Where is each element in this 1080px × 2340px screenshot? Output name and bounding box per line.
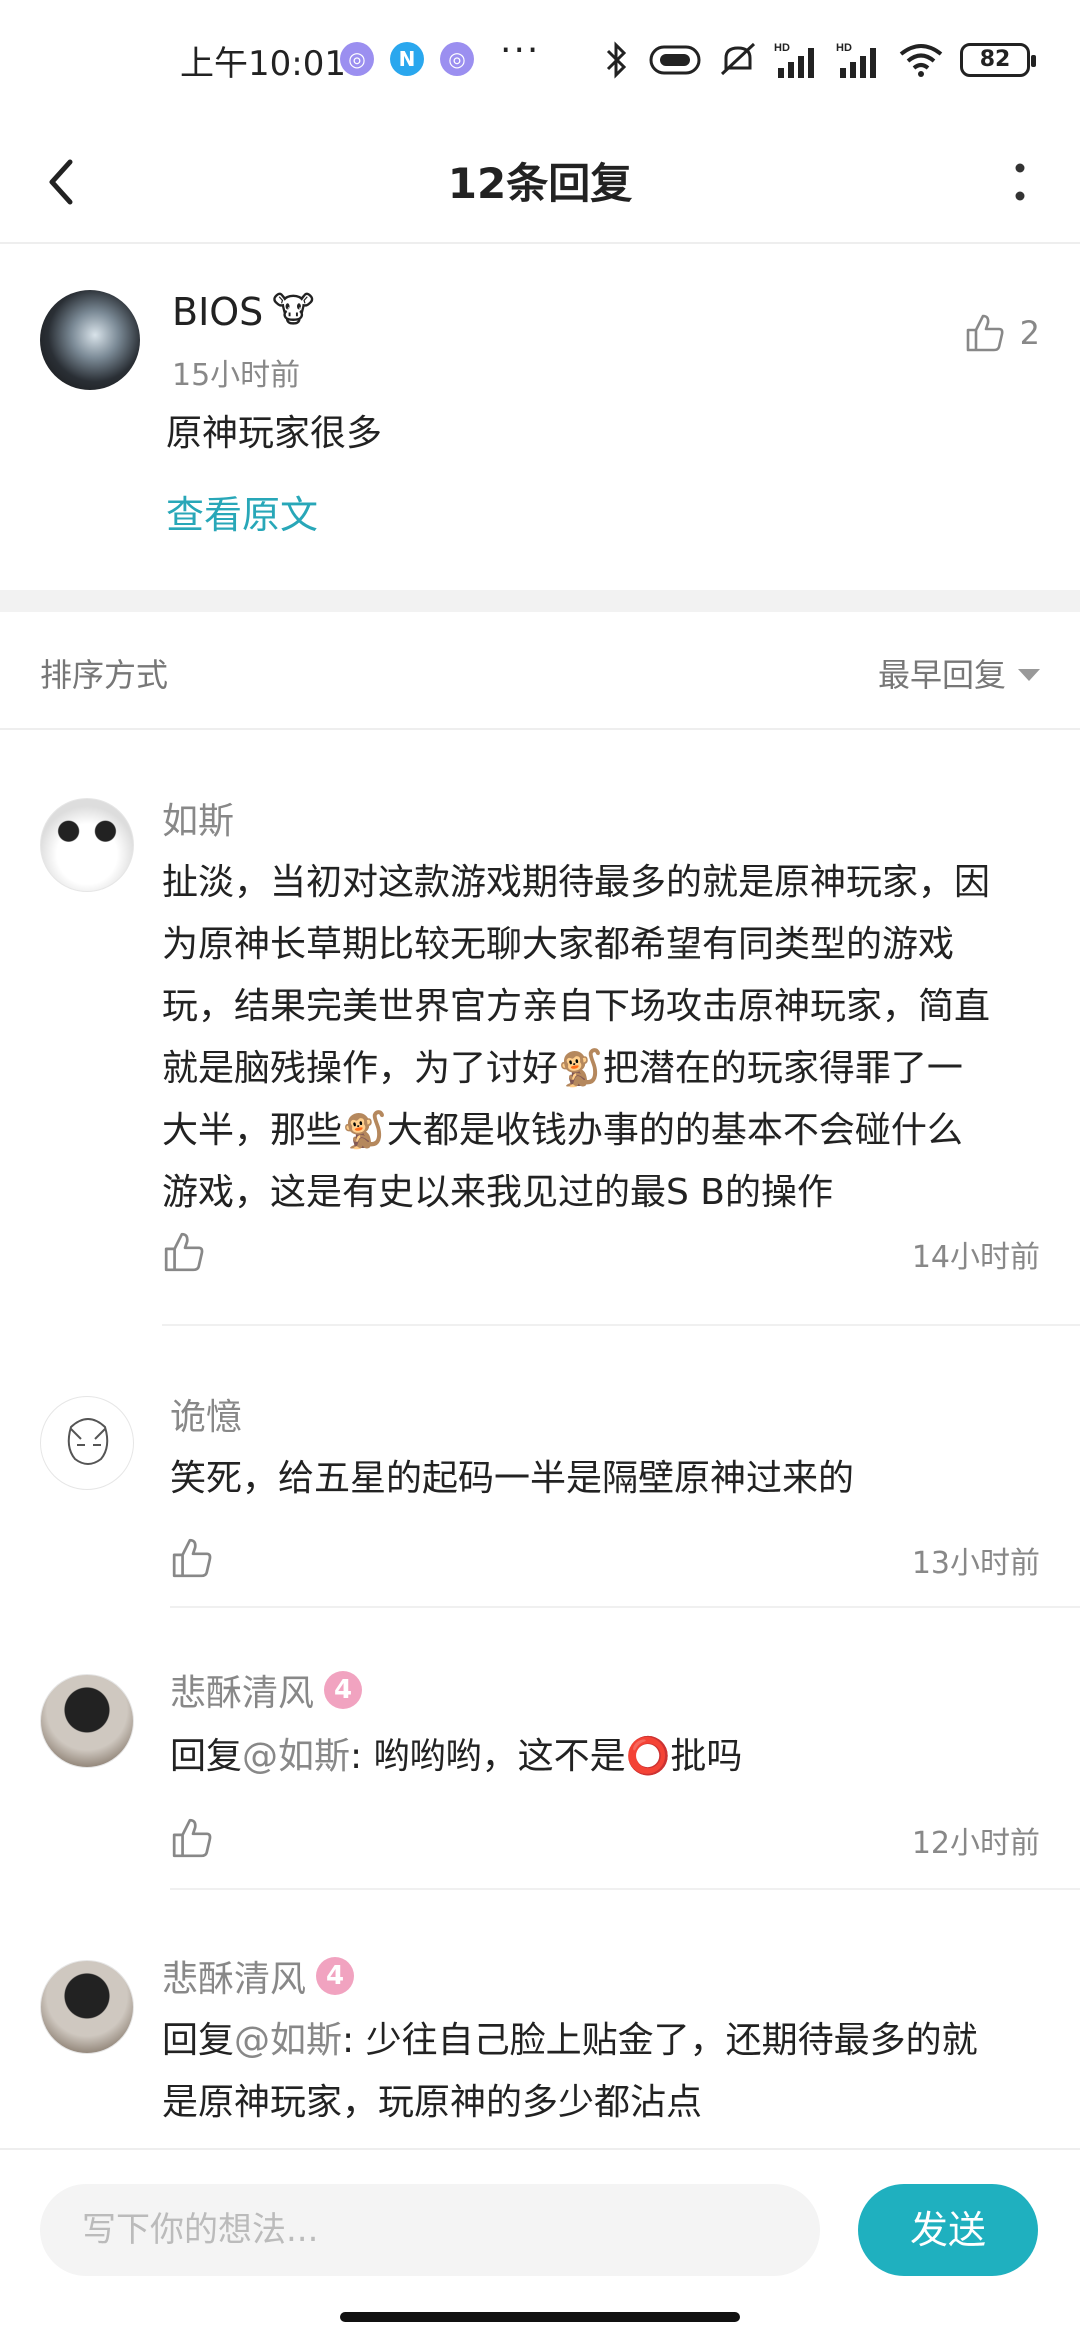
caret-down-icon bbox=[1018, 669, 1040, 681]
status-icons: HD HD 82 bbox=[602, 38, 1036, 82]
signal-hd-icon: HD bbox=[836, 42, 876, 78]
page-title: 12条回复 bbox=[447, 159, 633, 208]
app-notify-icon: ◎ bbox=[440, 42, 474, 76]
thumbs-up-icon[interactable] bbox=[170, 1816, 214, 1860]
reply-text: 笑死，给五星的起码一半是隔壁原神过来的 bbox=[170, 1458, 855, 1499]
more-notifications-icon: ··· bbox=[500, 30, 541, 71]
reply-text: 回复@如斯: 少往自己脸上贴金了，还期待最多的就 是原神玩家，玩原神的多少都沾点 bbox=[162, 2020, 978, 2123]
avatar[interactable] bbox=[40, 290, 140, 390]
more-vertical-icon bbox=[1015, 163, 1025, 201]
mention-link[interactable]: @如斯 bbox=[242, 1736, 350, 1777]
bluetooth-icon bbox=[606, 41, 627, 79]
mention-link[interactable]: @如斯 bbox=[234, 2020, 342, 2061]
send-button[interactable]: 发送 bbox=[858, 2184, 1038, 2276]
reply-time: 13小时前 bbox=[911, 1546, 1040, 1581]
svg-text:HD: HD bbox=[774, 42, 790, 54]
status-time: 上午10:01 bbox=[180, 44, 346, 84]
wifi-icon bbox=[899, 44, 943, 77]
status-bar: 上午10:01 ◎ N ◎ ··· HD HD 82 bbox=[0, 0, 1080, 120]
reply-item: 如斯 扯淡，当初对这款游戏期待最多的就是原神玩家，因 为原神长草期比较无聊大家都… bbox=[0, 730, 1080, 1330]
divider bbox=[170, 1888, 1080, 1890]
reply-item: 诡憶 笑死，给五星的起码一半是隔壁原神过来的 13小时前 bbox=[0, 1330, 1080, 1610]
reply-author-name[interactable]: 悲酥清风 4 bbox=[162, 1950, 355, 2002]
thumbs-up-icon[interactable] bbox=[162, 1230, 206, 1274]
avatar[interactable] bbox=[40, 1960, 134, 2054]
original-text: 原神玩家很多 bbox=[166, 413, 383, 454]
sort-selected-value: 最早回复 bbox=[877, 656, 1006, 694]
original-comment: BIOS 🐮 15小时前 原神玩家很多 查看原文 2 bbox=[0, 246, 1080, 590]
avatar[interactable] bbox=[40, 1396, 134, 1490]
level-badge: 4 bbox=[316, 1957, 355, 1995]
n-app-icon: N bbox=[390, 42, 424, 76]
reply-author-name[interactable]: 悲酥清风 4 bbox=[170, 1664, 363, 1716]
like-button[interactable]: 2 bbox=[964, 312, 1040, 354]
like-count: 2 bbox=[1019, 314, 1040, 352]
comment-input-bar: 发送 bbox=[0, 2148, 1080, 2298]
more-options-button[interactable] bbox=[990, 144, 1050, 220]
avatar[interactable] bbox=[40, 798, 134, 892]
original-author-name[interactable]: BIOS bbox=[172, 290, 263, 334]
view-original-link[interactable]: 查看原文 bbox=[166, 484, 318, 539]
battery-indicator: 82 bbox=[960, 43, 1036, 77]
top-app-bar: 12条回复 bbox=[0, 120, 1080, 244]
section-divider bbox=[0, 590, 1080, 612]
app-notify-icon: ◎ bbox=[340, 42, 374, 76]
original-time: 15小时前 bbox=[172, 358, 301, 393]
sort-dropdown[interactable]: 最早回复 bbox=[878, 650, 1040, 696]
divider bbox=[162, 1324, 1080, 1326]
comment-input[interactable] bbox=[40, 2184, 820, 2276]
sort-bar: 排序方式 最早回复 bbox=[0, 612, 1080, 730]
signal-hd-icon: HD bbox=[774, 42, 814, 78]
reply-time: 12小时前 bbox=[911, 1826, 1040, 1861]
vibrate-icon bbox=[649, 45, 701, 75]
reply-text: 扯淡，当初对这款游戏期待最多的就是原神玩家，因 为原神长草期比较无聊大家都希望有… bbox=[162, 862, 991, 1213]
thumbs-up-icon[interactable] bbox=[170, 1536, 214, 1580]
avatar[interactable] bbox=[40, 1674, 134, 1768]
reply-time: 14小时前 bbox=[911, 1240, 1040, 1275]
reply-author-name[interactable]: 如斯 bbox=[162, 792, 234, 844]
reply-item: 悲酥清风 4 回复@如斯: 少往自己脸上贴金了，还期待最多的就 是原神玩家，玩原神… bbox=[0, 1892, 1080, 2148]
svg-text:HD: HD bbox=[836, 42, 852, 54]
user-badge-icon: 🐮 bbox=[272, 290, 315, 331]
thumbs-up-icon bbox=[966, 314, 1004, 352]
level-badge: 4 bbox=[324, 1671, 363, 1709]
reply-author-name[interactable]: 诡憶 bbox=[170, 1388, 242, 1440]
sort-label: 排序方式 bbox=[40, 656, 169, 694]
home-indicator[interactable] bbox=[340, 2312, 740, 2322]
reply-text: 回复@如斯: 哟哟哟，这不是⭕批吗 bbox=[170, 1736, 743, 1777]
mute-icon bbox=[720, 42, 756, 76]
reply-item: 悲酥清风 4 回复@如斯: 哟哟哟，这不是⭕批吗 12小时前 bbox=[0, 1610, 1080, 1892]
divider bbox=[170, 1606, 1080, 1608]
